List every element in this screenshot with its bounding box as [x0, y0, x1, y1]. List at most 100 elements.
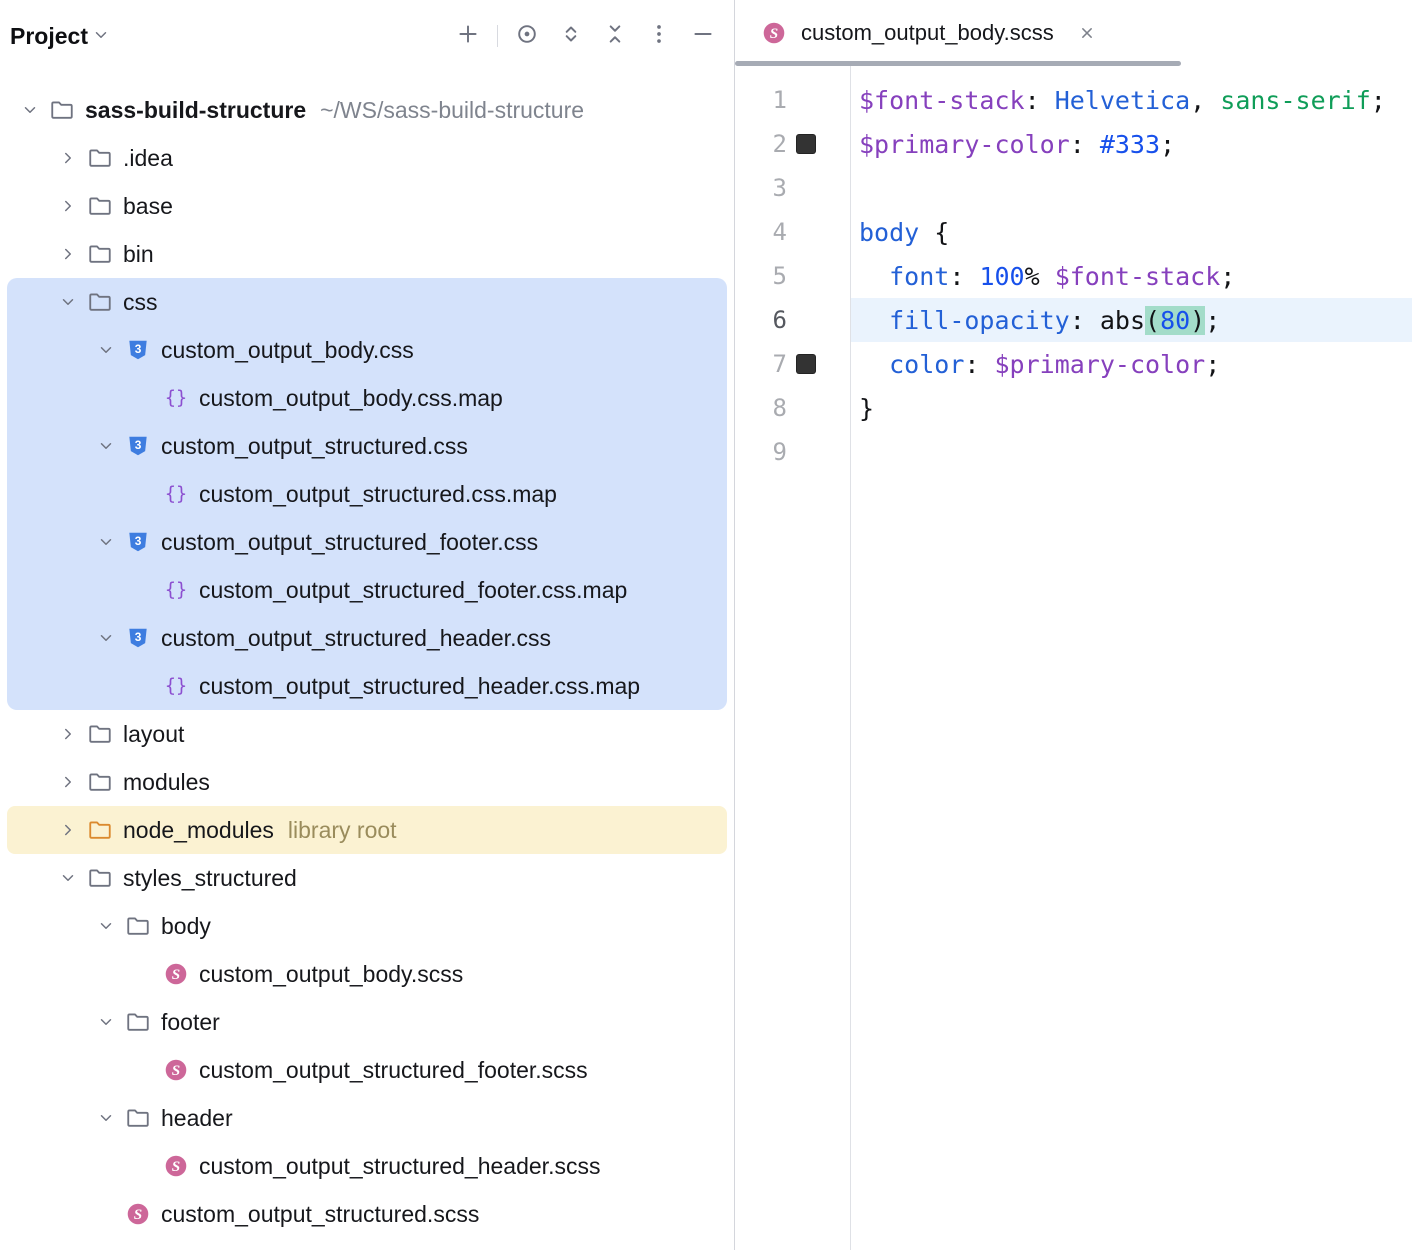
gutter-line-5[interactable]: 5: [735, 254, 850, 298]
chevron-down-icon[interactable]: [89, 1005, 123, 1039]
tree-row-custom-output-structured-header-scss[interactable]: Scustom_output_structured_header.scss: [7, 1142, 727, 1190]
add-button[interactable]: [453, 21, 483, 51]
chevron-right-icon[interactable]: [51, 189, 85, 223]
chevron-down-icon[interactable]: [89, 1101, 123, 1135]
tree-row-custom-output-structured-footer-css-map[interactable]: {}custom_output_structured_footer.css.ma…: [7, 566, 727, 614]
chevron-down-icon[interactable]: [51, 861, 85, 895]
tree-row-base[interactable]: base: [7, 182, 727, 230]
chevron-spacer: [127, 573, 161, 607]
gutter-line-9[interactable]: 9: [735, 430, 850, 474]
more-options-button[interactable]: [644, 21, 674, 51]
color-preview-swatch[interactable]: [796, 134, 816, 154]
tree-row-footer[interactable]: footer: [7, 998, 727, 1046]
tree-item-label: sass-build-structure: [85, 97, 306, 124]
code-lines[interactable]: $font-stack: Helvetica, sans-serif;$prim…: [851, 66, 1412, 1250]
gutter-line-4[interactable]: 4: [735, 210, 850, 254]
chevron-down-icon[interactable]: [89, 333, 123, 367]
code-token: sans-serif: [1220, 86, 1371, 115]
chevron-down-icon[interactable]: [89, 909, 123, 943]
project-view-selector[interactable]: Project: [10, 23, 110, 50]
chevron-down-icon[interactable]: [13, 93, 47, 127]
svg-text:{}: {}: [165, 388, 187, 409]
code-line-7[interactable]: color: $primary-color;: [851, 342, 1412, 386]
code-line-6[interactable]: fill-opacity: abs(80);: [851, 298, 1412, 342]
code-token: ): [1190, 306, 1205, 335]
hide-panel-button[interactable]: [688, 21, 718, 51]
expand-all-icon: [558, 21, 584, 52]
svg-text:{}: {}: [165, 676, 187, 697]
chevron-down-icon[interactable]: [89, 621, 123, 655]
svg-text:S: S: [770, 25, 778, 42]
tree-row-custom-output-structured-css[interactable]: 3custom_output_structured.css: [7, 422, 727, 470]
gutter-line-1[interactable]: 1: [735, 78, 850, 122]
locate-file-icon: [514, 21, 540, 52]
code-line-9[interactable]: [851, 430, 1412, 474]
gutter-line-7[interactable]: 7: [735, 342, 850, 386]
tab-underline: [735, 61, 1181, 66]
chevron-down-icon[interactable]: [89, 525, 123, 559]
expand-all-button[interactable]: [556, 21, 586, 51]
css-icon: 3: [123, 527, 153, 557]
tree-row-custom-output-structured-css-map[interactable]: {}custom_output_structured.css.map: [7, 470, 727, 518]
code-line-2[interactable]: $primary-color: #333;: [851, 122, 1412, 166]
chevron-right-icon[interactable]: [51, 813, 85, 847]
tree-row-custom-output-structured-footer-css[interactable]: 3custom_output_structured_footer.css: [7, 518, 727, 566]
chevron-down-icon: [92, 23, 110, 50]
chevron-right-icon[interactable]: [51, 765, 85, 799]
close-icon[interactable]: [1074, 20, 1100, 46]
tree-item-label: modules: [123, 769, 210, 796]
chevron-down-icon[interactable]: [89, 429, 123, 463]
scss-file-icon: S: [759, 18, 789, 48]
gutter-line-2[interactable]: 2: [735, 122, 850, 166]
code-line-4[interactable]: body {: [851, 210, 1412, 254]
code-token: ;: [1160, 130, 1175, 159]
chevron-spacer: [127, 381, 161, 415]
ide-window: Project sass-build-structure ~/WS/sass-bu…: [0, 0, 1412, 1250]
tree-row--idea[interactable]: .idea: [7, 134, 727, 182]
code-token: [859, 350, 889, 379]
code-token: [859, 262, 889, 291]
chevron-right-icon[interactable]: [51, 237, 85, 271]
editor-tab[interactable]: S custom_output_body.scss: [735, 0, 1120, 66]
tree-item-suffix: ~/WS/sass-build-structure: [320, 97, 584, 124]
chevron-spacer: [127, 1149, 161, 1183]
tree-row-modules[interactable]: modules: [7, 758, 727, 806]
code-token: :: [1070, 130, 1100, 159]
folder-icon: [85, 767, 115, 797]
chevron-right-icon[interactable]: [51, 141, 85, 175]
tree-row-body[interactable]: body: [7, 902, 727, 950]
tree-row-custom-output-structured-scss[interactable]: Scustom_output_structured.scss: [7, 1190, 727, 1238]
tree-row-custom-output-body-css[interactable]: 3custom_output_body.css: [7, 326, 727, 374]
tree-row-custom-output-structured-header-css[interactable]: 3custom_output_structured_header.css: [7, 614, 727, 662]
gutter-line-3[interactable]: 3: [735, 166, 850, 210]
tree-row-custom-output-structured-header-css-map[interactable]: {}custom_output_structured_header.css.ma…: [7, 662, 727, 710]
gutter-line-6[interactable]: 6: [735, 298, 850, 342]
code-line-5[interactable]: font: 100% $font-stack;: [851, 254, 1412, 298]
tree-row-node-modules[interactable]: node_moduleslibrary root: [7, 806, 727, 854]
locate-file-button[interactable]: [512, 21, 542, 51]
svg-text:S: S: [134, 1206, 142, 1223]
tree-row-css[interactable]: css: [7, 278, 727, 326]
collapse-all-button[interactable]: [600, 21, 630, 51]
tree-row-custom-output-structured-footer-scss[interactable]: Scustom_output_structured_footer.scss: [7, 1046, 727, 1094]
chevron-down-icon[interactable]: [51, 285, 85, 319]
code-line-1[interactable]: $font-stack: Helvetica, sans-serif;: [851, 78, 1412, 122]
tree-row-sass-build-structure[interactable]: sass-build-structure ~/WS/sass-build-stru…: [7, 86, 727, 134]
chevron-spacer: [89, 1197, 123, 1231]
tree-row-header[interactable]: header: [7, 1094, 727, 1142]
svg-text:3: 3: [135, 342, 142, 356]
gutter-line-8[interactable]: 8: [735, 386, 850, 430]
color-preview-swatch[interactable]: [796, 354, 816, 374]
tree-row-layout[interactable]: layout: [7, 710, 727, 758]
tree-row-bin[interactable]: bin: [7, 230, 727, 278]
map-icon: {}: [161, 575, 191, 605]
scss-icon: S: [161, 1151, 191, 1181]
code-line-3[interactable]: [851, 166, 1412, 210]
line-number: 5: [749, 262, 787, 290]
code-line-8[interactable]: }: [851, 386, 1412, 430]
tree-row-custom-output-body-scss[interactable]: Scustom_output_body.scss: [7, 950, 727, 998]
chevron-right-icon[interactable]: [51, 717, 85, 751]
tree-row-custom-output-body-css-map[interactable]: {}custom_output_body.css.map: [7, 374, 727, 422]
tree-row-styles-structured[interactable]: styles_structured: [7, 854, 727, 902]
line-number: 1: [749, 86, 787, 114]
